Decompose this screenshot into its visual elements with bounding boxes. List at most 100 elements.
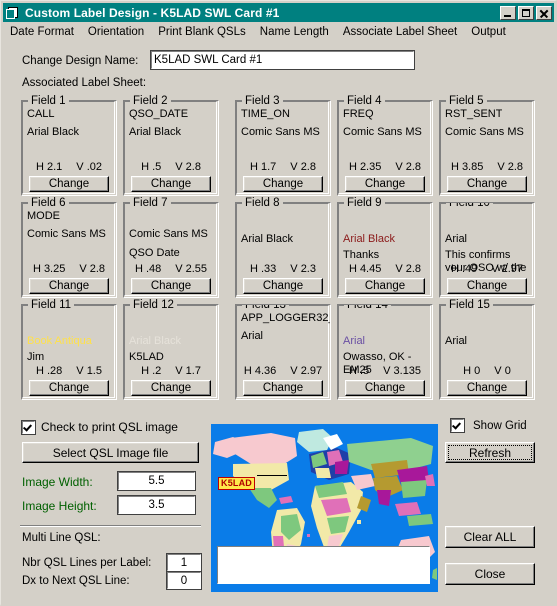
field-9-change-button[interactable]: Change — [345, 278, 425, 294]
field-7-change-button[interactable]: Change — [131, 278, 211, 294]
field-7-h: H .48 — [134, 263, 162, 275]
field-2-line2: Arial Black — [129, 126, 181, 138]
field-12-line1: Arial Black — [129, 335, 181, 347]
refresh-button[interactable]: Refresh — [445, 442, 535, 463]
qsl-caption-textbox[interactable] — [217, 546, 430, 584]
field-11-h: H .28 — [36, 365, 63, 377]
field-13-line2: Arial — [241, 330, 264, 342]
field-13-change-button[interactable]: Change — [243, 380, 323, 396]
field-7-v: V 2.55 — [175, 263, 208, 275]
menu-print-blank-qsls[interactable]: Print Blank QSLs — [151, 25, 253, 39]
print-qsl-image-checkbox[interactable]: Check to print QSL image — [21, 419, 178, 435]
field-group-3: Field 3 TIME_ON Comic Sans MS H 1.7 V 2.… — [235, 95, 331, 196]
field-10-line1: Arial — [445, 233, 468, 245]
field-group-11: Field 11 Book Antiqua Jim H .28 V 1.5 Ch… — [21, 299, 117, 400]
field-15-change-button[interactable]: Change — [447, 380, 527, 396]
menu-date-format[interactable]: Date Format — [3, 25, 81, 39]
field-4-v: V 2.8 — [395, 161, 422, 173]
field-10-change-button[interactable]: Change — [447, 278, 527, 294]
image-width-label: Image Width: — [22, 475, 93, 489]
field-3-h: H 1.7 — [250, 161, 277, 173]
field-10-caption: Field 10 — [446, 203, 493, 209]
minimize-button[interactable] — [500, 5, 516, 20]
menu-name-length[interactable]: Name Length — [253, 25, 336, 39]
field-7-line2: QSO Date — [129, 247, 180, 259]
field-2-change-button[interactable]: Change — [131, 176, 211, 192]
show-grid-checkbox[interactable]: Show Grid — [450, 418, 527, 433]
field-11-caption: Field 11 — [28, 299, 75, 311]
image-width-input[interactable]: 5.5 — [117, 471, 196, 491]
field-5-h: H 3.85 — [450, 161, 484, 173]
field-4-change-button[interactable]: Change — [345, 176, 425, 192]
select-qsl-image-file-button[interactable]: Select QSL Image file — [22, 442, 199, 463]
field-group-5: Field 5 RST_SENT Comic Sans MS H 3.85 V … — [439, 95, 535, 196]
title-bar[interactable]: Custom Label Design - K5LAD SWL Card #1 — [3, 3, 554, 22]
menu-associate-label-sheet[interactable]: Associate Label Sheet — [336, 25, 464, 39]
field-group-14: Field 14 Arial Owasso, OK - EM25 H .5 V … — [337, 304, 433, 400]
print-qsl-image-label: Check to print QSL image — [41, 420, 178, 434]
field-8-change-button[interactable]: Change — [243, 278, 323, 294]
field-11-v: V 1.5 — [76, 365, 102, 377]
field-14-line1: Arial — [343, 335, 366, 347]
field-15-h: H 0 — [463, 365, 481, 377]
menu-bar: Date Format Orientation Print Blank QSLs… — [3, 23, 554, 41]
field-4-caption: Field 4 — [344, 95, 385, 107]
field-group-4: Field 4 FREQ Comic Sans MS H 2.35 V 2.8 … — [337, 95, 433, 196]
qsl-image-preview[interactable]: K5LAD — [211, 424, 438, 592]
map-callsign-badge: K5LAD — [218, 477, 256, 490]
field-group-15: Field 15 Arial H 0 V 0 Change — [439, 299, 535, 400]
field-6-line1: MODE — [27, 210, 60, 222]
field-2-h: H .5 — [141, 161, 162, 173]
field-6-line2: Comic Sans MS — [27, 228, 106, 240]
show-grid-checkbox-box[interactable] — [450, 418, 465, 433]
field-6-h: H 3.25 — [32, 263, 66, 275]
close-button[interactable]: Close — [445, 563, 535, 585]
maximize-button[interactable] — [518, 5, 534, 20]
print-qsl-image-checkbox-box[interactable] — [21, 419, 36, 435]
field-group-9: Field 9 Arial Black Thanks H 4.45 V 2.8 … — [337, 197, 433, 298]
close-window-button[interactable] — [536, 5, 552, 20]
field-6-change-button[interactable]: Change — [29, 278, 109, 294]
field-9-caption: Field 9 — [344, 197, 385, 209]
field-12-line2: K5LAD — [129, 351, 164, 363]
menu-orientation[interactable]: Orientation — [81, 25, 151, 39]
field-9-line2: Thanks — [343, 249, 380, 261]
field-1-caption: Field 1 — [28, 95, 69, 107]
field-11-change-button[interactable]: Change — [29, 380, 109, 396]
menu-output[interactable]: Output — [464, 25, 513, 39]
multiline-section-label: Multi Line QSL: — [22, 532, 101, 544]
field-6-v: V 2.8 — [79, 263, 106, 275]
clear-all-button[interactable]: Clear ALL — [445, 526, 535, 548]
field-1-h: H 2.1 — [36, 161, 63, 173]
nbr-qsl-lines-input[interactable]: 1 — [166, 553, 202, 572]
field-3-line2: Comic Sans MS — [241, 126, 320, 138]
field-15-v: V 0 — [494, 365, 511, 377]
field-1-change-button[interactable]: Change — [29, 176, 109, 192]
show-grid-label: Show Grid — [473, 419, 527, 432]
field-5-v: V 2.8 — [497, 161, 524, 173]
field-13-caption: Field 13 — [242, 305, 289, 311]
field-1-line1: CALL — [27, 108, 55, 120]
window-controls — [500, 5, 552, 20]
field-12-h: H .2 — [141, 365, 162, 377]
field-12-change-button[interactable]: Change — [131, 380, 211, 396]
multiline-separator — [20, 525, 201, 527]
field-6-caption: Field 6 — [28, 197, 69, 209]
field-5-change-button[interactable]: Change — [447, 176, 527, 192]
field-11-line2: Jim — [27, 351, 45, 363]
map-callsign-leader-line — [257, 475, 287, 476]
nbr-qsl-lines-label: Nbr QSL Lines per Label: — [22, 557, 152, 569]
design-name-input[interactable]: K5LAD SWL Card #1 — [150, 50, 415, 70]
image-height-input[interactable]: 3.5 — [117, 495, 196, 515]
field-14-change-button[interactable]: Change — [345, 380, 425, 396]
field-8-h: H .33 — [250, 263, 277, 275]
field-1-v: V .02 — [76, 161, 102, 173]
field-9-v: V 2.8 — [395, 263, 422, 275]
field-3-change-button[interactable]: Change — [243, 176, 323, 192]
field-3-line1: TIME_ON — [241, 108, 290, 120]
dx-next-qsl-line-input[interactable]: 0 — [166, 571, 202, 590]
field-14-v: V 3.135 — [383, 365, 422, 377]
field-1-line2: Arial Black — [27, 126, 79, 138]
associated-label-sheet-label: Associated Label Sheet: — [22, 77, 147, 89]
field-5-caption: Field 5 — [446, 95, 487, 107]
